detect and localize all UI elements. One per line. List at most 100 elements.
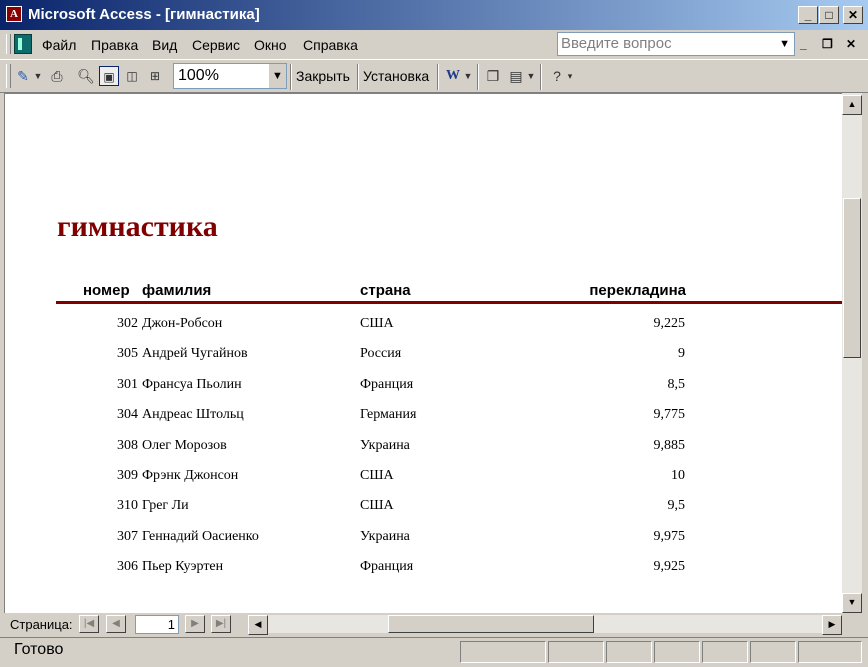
cell-number: 305 [117, 346, 138, 361]
zoom-icon[interactable]: 🔍︎ [76, 66, 96, 86]
cell-bar-score: 9,975 [653, 529, 686, 544]
report-preview[interactable]: гимнастика номер фамилия страна переклад… [4, 93, 843, 614]
status-panel [548, 641, 604, 663]
access-app-icon[interactable]: A [6, 6, 22, 22]
previous-page-button[interactable]: ◀ [106, 615, 126, 633]
status-text: Готово [14, 641, 64, 658]
doc-restore-button[interactable]: ❐ [822, 37, 833, 51]
report-title: гимнастика [57, 210, 218, 243]
help-search-input[interactable]: Введите вопрос [561, 35, 672, 52]
one-page-icon[interactable]: ▣ [99, 66, 119, 86]
cell-country: Франция [360, 377, 414, 392]
toolbar-separator [437, 64, 439, 90]
help-search-box[interactable]: Введите вопрос ▼ [557, 32, 795, 56]
page-setup-button[interactable]: Установка [363, 68, 429, 84]
office-links-word-icon[interactable]: W [443, 66, 463, 86]
scroll-down-button[interactable]: ▼ [842, 593, 862, 613]
status-panel [798, 641, 862, 663]
zoom-dropdown-icon[interactable]: ▼ [269, 64, 286, 88]
last-page-button[interactable]: ▶| [211, 615, 231, 633]
scroll-up-button[interactable]: ▲ [842, 95, 862, 115]
cell-bar-score: 9 [678, 346, 685, 361]
next-page-button[interactable]: ▶ [185, 615, 205, 633]
status-panel [750, 641, 796, 663]
doc-minimize-button[interactable]: _ [800, 37, 807, 51]
menu-edit[interactable]: Правка [91, 37, 138, 53]
cell-surname: Франсуа Пьолин [142, 377, 242, 392]
cell-country: США [360, 316, 394, 331]
help-icon[interactable]: ? [547, 66, 567, 86]
cell-bar-score: 9,5 [667, 498, 686, 513]
column-header-country: страна [360, 282, 411, 299]
cell-number: 308 [117, 438, 138, 453]
document-icon[interactable] [14, 34, 32, 54]
column-header-number: номер [83, 282, 130, 299]
menu-window[interactable]: Окно [254, 37, 287, 53]
menu-help[interactable]: Справка [303, 37, 358, 53]
cell-country: Украина [360, 438, 410, 453]
menu-file[interactable]: Файл [42, 37, 76, 53]
print-icon[interactable]: ⎙ [47, 66, 67, 86]
cell-number: 304 [117, 407, 138, 422]
cell-surname: Пьер Куэртен [142, 559, 224, 574]
page-number-input[interactable]: 1 [135, 615, 179, 634]
toolbar-grip[interactable] [6, 64, 11, 88]
column-header-bar: перекладина [589, 282, 686, 299]
cell-bar-score: 9,925 [653, 559, 686, 574]
header-divider [56, 301, 843, 304]
two-pages-icon[interactable]: ◫ [122, 66, 142, 86]
close-preview-button[interactable]: Закрыть [296, 68, 350, 84]
first-page-button[interactable]: |◀ [79, 615, 99, 633]
toolbar-separator [477, 64, 479, 90]
toolbar-options-icon[interactable]: ▾ [566, 66, 574, 86]
new-object-dropdown-icon[interactable]: ▼ [526, 66, 536, 86]
menu-grip[interactable] [6, 34, 11, 54]
view-design-icon[interactable]: ✎ [13, 66, 33, 86]
vertical-scroll-thumb[interactable] [843, 198, 861, 358]
cell-bar-score: 8,5 [667, 377, 686, 392]
doc-close-button[interactable]: ✕ [846, 37, 856, 51]
dropdown-arrow-icon[interactable]: ▼ [779, 38, 790, 50]
multiple-pages-icon[interactable]: ⊞ [145, 66, 165, 86]
cell-country: Франция [360, 559, 414, 574]
cell-bar-score: 9,885 [653, 438, 686, 453]
maximize-button[interactable]: □ [819, 6, 839, 24]
menu-view[interactable]: Вид [152, 37, 177, 53]
cell-number: 301 [117, 377, 138, 392]
status-panel [460, 641, 546, 663]
page-label: Страница: [10, 617, 73, 632]
cell-surname: Андрей Чугайнов [142, 346, 248, 361]
status-panel [606, 641, 652, 663]
office-links-dropdown-icon[interactable]: ▼ [463, 66, 473, 86]
cell-number: 306 [117, 559, 138, 574]
cell-bar-score: 9,225 [653, 316, 686, 331]
cell-surname: Андреас Штольц [142, 407, 244, 422]
cell-country: Германия [360, 407, 417, 422]
cell-country: Украина [360, 529, 410, 544]
toolbar-separator [540, 64, 542, 90]
scroll-left-button[interactable]: ◀ [248, 615, 268, 635]
horizontal-scroll-thumb[interactable] [388, 615, 594, 633]
cell-surname: Грег Ли [142, 498, 189, 513]
cell-surname: Фрэнк Джонсон [142, 468, 239, 483]
cell-country: США [360, 468, 394, 483]
zoom-select[interactable]: 100% ▼ [173, 63, 287, 89]
cell-country: США [360, 498, 394, 513]
minimize-button[interactable]: _ [798, 6, 818, 24]
scroll-right-button[interactable]: ▶ [822, 615, 842, 635]
cell-surname: Джон-Робсон [142, 316, 223, 331]
new-object-icon[interactable]: ▤ [506, 66, 526, 86]
cell-surname: Олег Морозов [142, 438, 227, 453]
zoom-value: 100% [178, 67, 219, 84]
column-header-surname: фамилия [142, 282, 212, 299]
status-panel [654, 641, 700, 663]
cell-bar-score: 9,775 [653, 407, 686, 422]
close-window-button[interactable]: ✕ [843, 6, 863, 24]
cell-number: 310 [117, 498, 138, 513]
cell-country: Россия [360, 346, 402, 361]
status-panel [702, 641, 748, 663]
toolbar-separator [290, 64, 292, 90]
view-dropdown-icon[interactable]: ▼ [33, 66, 43, 86]
menu-tools[interactable]: Сервис [192, 37, 240, 53]
database-window-icon[interactable]: ❐ [483, 66, 503, 86]
